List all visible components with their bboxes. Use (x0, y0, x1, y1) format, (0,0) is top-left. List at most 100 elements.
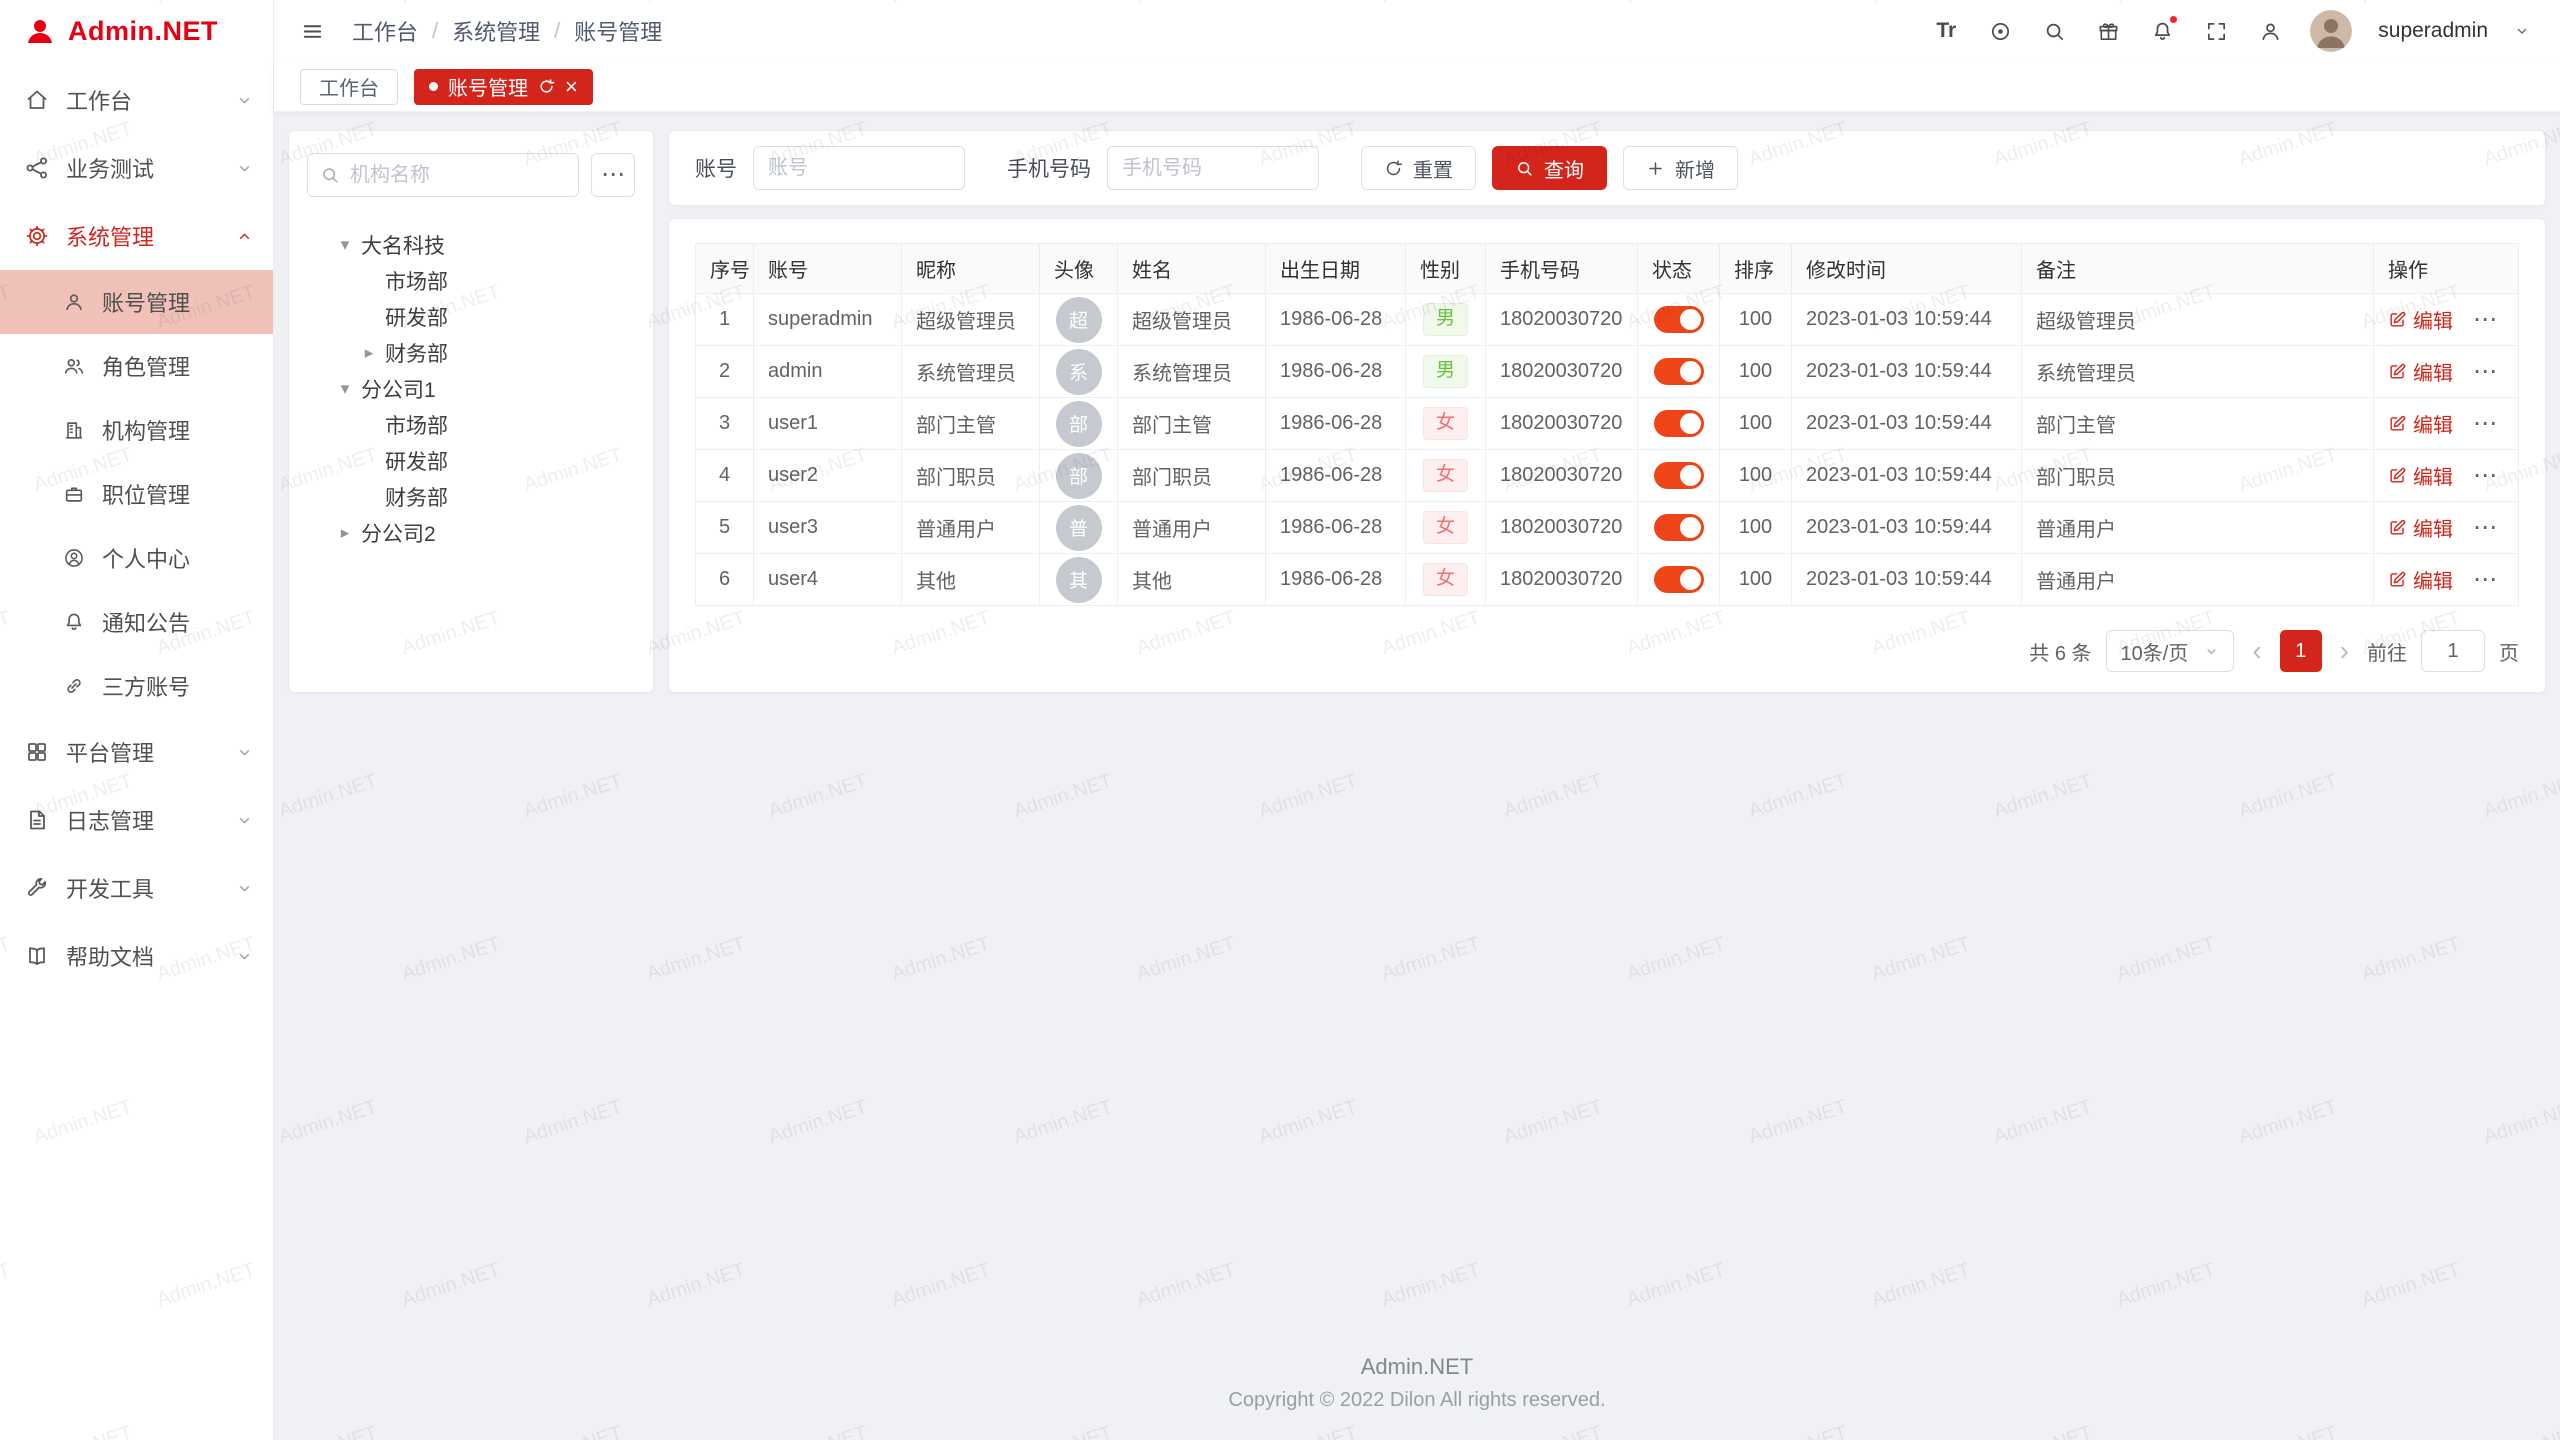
more-actions-button[interactable]: ⋯ (2473, 412, 2497, 436)
edit-button[interactable]: 编辑 (2388, 409, 2453, 438)
logo[interactable]: Admin.NET (0, 0, 273, 62)
sidebar-item-log-mgmt[interactable]: 日志管理 (0, 786, 273, 854)
more-options-button[interactable]: ⋯ (591, 153, 635, 197)
more-actions-button[interactable]: ⋯ (2473, 568, 2497, 592)
user-icon[interactable] (2256, 17, 2284, 45)
main-area: 工作台 / 系统管理 / 账号管理 Tr superadmin (274, 0, 2560, 1440)
cell-actions: 编辑 ⋯ (2374, 450, 2519, 502)
sidebar-item-workbench[interactable]: 工作台 (0, 66, 273, 134)
gift-icon[interactable] (2094, 17, 2122, 45)
tree-node[interactable]: ▸分公司2 (307, 515, 635, 551)
reset-button[interactable]: 重置 (1361, 146, 1476, 190)
tree-node[interactable]: ▾分公司1 (307, 371, 635, 407)
tree-node[interactable]: 研发部 (307, 443, 635, 479)
notification-dot (2168, 14, 2179, 25)
status-toggle[interactable] (1654, 410, 1704, 437)
sidebar-item-system-mgmt[interactable]: 系统管理 (0, 202, 273, 270)
toggle-knob (1680, 569, 1701, 590)
gender-badge: 女 (1423, 563, 1468, 596)
sidebar-item-notice[interactable]: 通知公告 (0, 590, 273, 654)
caret-down-icon[interactable]: ▾ (329, 379, 361, 399)
sidebar-item-account-mgmt[interactable]: 账号管理 (0, 270, 273, 334)
caret-right-icon[interactable]: ▸ (353, 343, 385, 363)
cell-index: 6 (696, 554, 754, 606)
sidebar-item-platform-mgmt[interactable]: 平台管理 (0, 718, 273, 786)
hamburger-menu-icon[interactable] (298, 17, 326, 45)
more-actions-button[interactable]: ⋯ (2473, 360, 2497, 384)
add-button[interactable]: 新增 (1623, 146, 1738, 190)
tree-node[interactable]: 研发部 (307, 299, 635, 335)
more-actions-button[interactable]: ⋯ (2473, 308, 2497, 332)
status-toggle[interactable] (1654, 566, 1704, 593)
breadcrumb-item[interactable]: 工作台 (352, 15, 418, 47)
page-size-select[interactable]: 10条/页 (2106, 630, 2235, 672)
page-number-1[interactable]: 1 (2280, 630, 2322, 672)
sidebar-subitem-label: 角色管理 (102, 350, 190, 382)
chevron-down-icon (236, 744, 253, 761)
sidebar-item-help-docs[interactable]: 帮助文档 (0, 922, 273, 990)
page-footer: Admin.NET Copyright © 2022 Dilon All rig… (288, 1334, 2546, 1440)
cell-remark: 部门主管 (2022, 398, 2374, 450)
accounts-table-panel: 序号 账号 昵称 头像 姓名 出生日期 性别 手机号码 状态 排序 (668, 218, 2546, 693)
bell-icon[interactable] (2148, 17, 2176, 45)
sidebar-item-position-mgmt[interactable]: 职位管理 (0, 462, 273, 526)
caret-right-icon[interactable]: ▸ (329, 523, 361, 543)
status-toggle[interactable] (1654, 514, 1704, 541)
query-button[interactable]: 查询 (1492, 146, 1607, 190)
org-search-input[interactable] (348, 163, 566, 188)
reset-button-label: 重置 (1413, 154, 1453, 183)
close-icon[interactable]: × (565, 76, 578, 98)
plus-icon (1646, 159, 1665, 178)
edit-pencil-icon (2388, 414, 2407, 433)
status-toggle[interactable] (1654, 462, 1704, 489)
fullscreen-icon[interactable] (2202, 17, 2230, 45)
sidebar-item-role-mgmt[interactable]: 角色管理 (0, 334, 273, 398)
cell-status (1638, 294, 1720, 346)
prev-page-button[interactable]: ‹ (2248, 637, 2265, 665)
next-page-button[interactable]: › (2336, 637, 2353, 665)
cell-gender: 男 (1406, 346, 1486, 398)
user-avatar[interactable] (2310, 10, 2352, 52)
edit-button[interactable]: 编辑 (2388, 357, 2453, 386)
edit-button[interactable]: 编辑 (2388, 461, 2453, 490)
sidebar-item-business-test[interactable]: 业务测试 (0, 134, 273, 202)
cell-status (1638, 398, 1720, 450)
avatar: 超 (1056, 297, 1102, 343)
status-toggle[interactable] (1654, 358, 1704, 385)
more-actions-button[interactable]: ⋯ (2473, 464, 2497, 488)
phone-filter-input[interactable] (1107, 146, 1319, 190)
caret-down-icon[interactable]: ▾ (329, 235, 361, 255)
breadcrumb: 工作台 / 系统管理 / 账号管理 (352, 15, 662, 47)
logo-text: Admin.NET (68, 16, 218, 47)
account-filter-input[interactable] (753, 146, 965, 190)
edit-button[interactable]: 编辑 (2388, 565, 2453, 594)
tree-node[interactable]: 市场部 (307, 407, 635, 443)
edit-button[interactable]: 编辑 (2388, 305, 2453, 334)
breadcrumb-item[interactable]: 系统管理 (452, 15, 540, 47)
more-actions-button[interactable]: ⋯ (2473, 516, 2497, 540)
tab-account-mgmt[interactable]: 账号管理 × (414, 69, 593, 105)
tree-node[interactable]: ▾大名科技 (307, 227, 635, 263)
font-size-icon[interactable]: Tr (1932, 17, 1960, 45)
edit-button-label: 编辑 (2413, 565, 2453, 594)
username[interactable]: superadmin (2378, 19, 2488, 43)
sidebar-item-third-party-account[interactable]: 三方账号 (0, 654, 273, 718)
cell-account: user3 (754, 502, 902, 554)
search-icon[interactable] (2040, 17, 2068, 45)
edit-pencil-icon (2388, 310, 2407, 329)
sidebar-item-dev-tools[interactable]: 开发工具 (0, 854, 273, 922)
goto-page-input[interactable] (2421, 630, 2485, 672)
tab-workbench[interactable]: 工作台 (300, 69, 398, 105)
status-toggle[interactable] (1654, 306, 1704, 333)
refresh-icon[interactable] (538, 78, 555, 95)
tree-node[interactable]: 市场部 (307, 263, 635, 299)
sidebar-item-personal-center[interactable]: 个人中心 (0, 526, 273, 590)
sidebar-item-org-mgmt[interactable]: 机构管理 (0, 398, 273, 462)
circle-icon[interactable] (1986, 17, 2014, 45)
table-body: 1superadmin超级管理员超超级管理员1986-06-28男1802003… (696, 294, 2519, 606)
tree-node[interactable]: 财务部 (307, 479, 635, 515)
tree-node[interactable]: ▸财务部 (307, 335, 635, 371)
edit-button[interactable]: 编辑 (2388, 513, 2453, 542)
system-submenu: 账号管理 角色管理 机构管理 职位管理 个人中心 (0, 270, 273, 718)
chevron-down-icon[interactable] (2514, 23, 2530, 39)
